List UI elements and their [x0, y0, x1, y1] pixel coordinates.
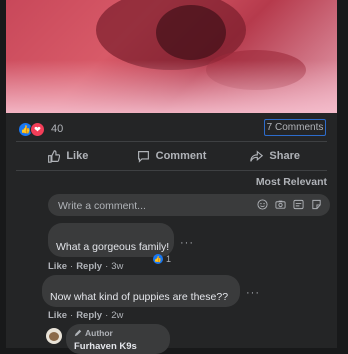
post-actions: Like Comment Share	[16, 142, 327, 170]
reaction-summary[interactable]: 👍 ❤ 40	[18, 121, 64, 137]
reaction-count: 40	[51, 123, 64, 135]
comment-text: Now what kind of puppies are these??	[50, 291, 229, 303]
comment-age: 3w	[111, 261, 124, 272]
comment-options-icon[interactable]: ···	[180, 237, 194, 249]
share-button[interactable]: Share	[223, 142, 327, 170]
comment-reaction-count: 1	[166, 254, 172, 264]
comment-button-label: Comment	[155, 150, 207, 162]
photo-shape	[6, 60, 337, 113]
post-photo[interactable]	[6, 0, 337, 113]
comment-bubble: Now what kind of puppies are these??	[42, 275, 240, 307]
sticker-icon[interactable]	[311, 199, 322, 210]
like-button[interactable]: Like	[16, 142, 120, 170]
comment-reply-link[interactable]: Reply	[76, 261, 102, 272]
write-comment-input[interactable]	[48, 194, 250, 218]
comment-like-link[interactable]: Like	[48, 310, 67, 321]
like-reaction-icon: 👍	[153, 254, 163, 264]
emoji-icon[interactable]	[257, 199, 268, 210]
comment-reply-link[interactable]: Reply	[76, 310, 102, 321]
camera-icon[interactable]	[275, 199, 286, 210]
comment-reactions[interactable]: 👍 1	[153, 254, 171, 264]
comments-count-link[interactable]: 7 Comments	[264, 119, 326, 136]
comment-bubble: What a gorgeous family!	[48, 223, 174, 257]
pencil-icon	[74, 329, 82, 337]
post-card: 👍 ❤ 40 7 Comments Like Comment Share Mos…	[6, 113, 337, 354]
comment-button[interactable]: Comment	[120, 142, 224, 170]
share-button-label: Share	[269, 150, 300, 162]
speech-bubble-icon	[137, 150, 149, 163]
comment-meta: Like · Reply · 2w	[48, 310, 124, 321]
comment-like-link[interactable]: Like	[48, 261, 67, 272]
author-badge-label: Author	[85, 328, 113, 338]
comment-options-icon[interactable]: ···	[246, 287, 260, 299]
author-badge: Author	[74, 328, 113, 338]
comment-composer	[48, 194, 330, 218]
thumbs-up-icon	[48, 149, 61, 163]
comment-meta: Like · Reply · 3w	[48, 261, 124, 272]
comment-sort-dropdown[interactable]: Most Relevant	[256, 176, 327, 188]
comment-bubble: Author Furhaven K9s	[66, 324, 170, 354]
composer-icons	[250, 199, 322, 210]
like-button-label: Like	[66, 150, 89, 162]
share-arrow-icon	[250, 149, 264, 162]
comment-text: What a gorgeous family!	[56, 241, 170, 253]
comment-author-name[interactable]: Furhaven K9s	[74, 341, 137, 352]
love-reaction-icon: ❤	[30, 121, 45, 137]
gif-icon[interactable]	[293, 199, 304, 210]
comment-age: 2w	[111, 310, 124, 321]
photo-shape	[156, 5, 226, 60]
divider	[16, 170, 327, 171]
avatar[interactable]	[46, 328, 62, 344]
